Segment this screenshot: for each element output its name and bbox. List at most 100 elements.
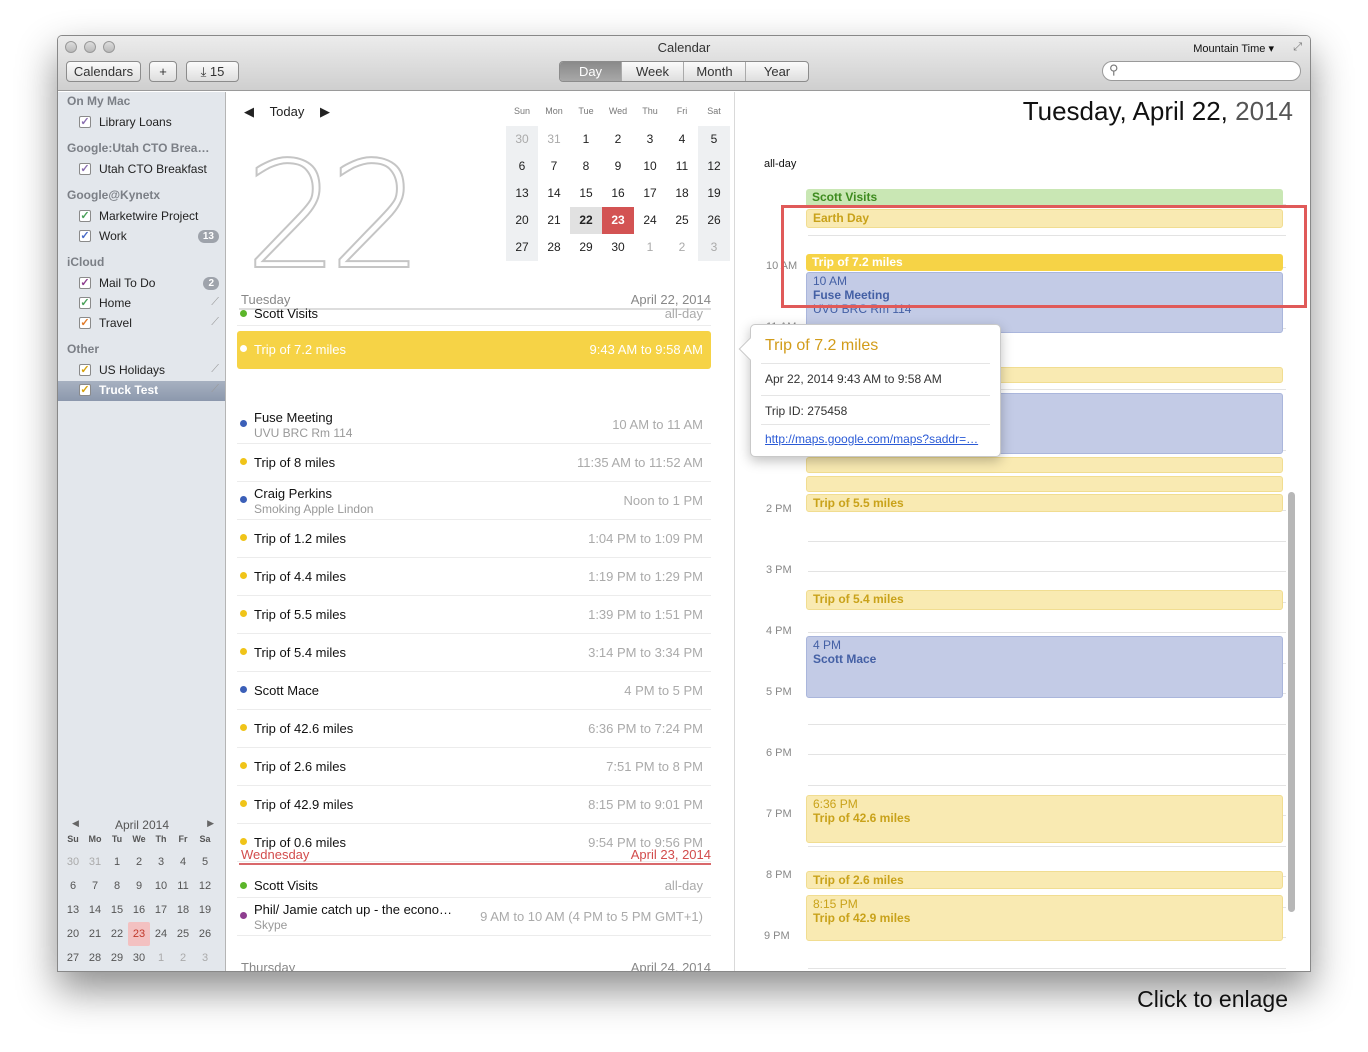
calendar-day[interactable]: 5: [698, 126, 730, 153]
add-event-button[interactable]: +: [149, 61, 177, 82]
event-list-item[interactable]: Phil/ Jamie catch up - the econo… Skype 9 …: [237, 898, 711, 936]
previous-month-arrow-icon[interactable]: ◀: [72, 818, 79, 829]
calendar-item[interactable]: ✓ Travel ⟋: [58, 314, 225, 334]
calendar-item[interactable]: ✓ Work 13: [58, 227, 225, 247]
calendar-day[interactable]: 19: [698, 180, 730, 207]
popover-map-link[interactable]: http://maps.google.com/maps?saddr=…: [765, 432, 978, 446]
timezone-menu[interactable]: Mountain Time ▾: [1193, 42, 1274, 55]
mini-calendar-day[interactable]: 13: [62, 898, 84, 922]
calendar-item[interactable]: ✓ US Holidays ⟋: [58, 361, 225, 381]
calendar-day[interactable]: 29: [570, 234, 602, 261]
event-list-item[interactable]: Trip of 4.4 miles 1:19 PM to 1:29 PM: [237, 558, 711, 596]
mini-calendar-day[interactable]: 2: [128, 850, 150, 874]
calendar-day[interactable]: 14: [538, 180, 570, 207]
calendar-item[interactable]: ✓ Library Loans: [58, 113, 225, 133]
mini-calendar-day[interactable]: 15: [106, 898, 128, 922]
mini-calendar-day[interactable]: 2: [172, 946, 194, 970]
timeline-scrollbar[interactable]: [1288, 492, 1295, 912]
timeline-event[interactable]: Trip of 2.6 miles: [806, 871, 1283, 889]
calendar-day[interactable]: 2: [602, 126, 634, 153]
next-month-arrow-icon[interactable]: ▶: [207, 818, 214, 829]
year-view-tab[interactable]: Year: [746, 62, 808, 81]
calendars-button[interactable]: Calendars: [66, 61, 141, 82]
calendar-day[interactable]: 20: [506, 207, 538, 234]
timeline-event[interactable]: 4 PM Scott Mace: [806, 636, 1283, 698]
calendar-day[interactable]: 3: [634, 126, 666, 153]
event-list-item[interactable]: Scott Mace 4 PM to 5 PM: [237, 672, 711, 710]
checkbox-icon[interactable]: ✓: [79, 230, 91, 242]
checkbox-icon[interactable]: ✓: [79, 384, 91, 396]
mini-calendar-day[interactable]: 28: [84, 946, 106, 970]
checkbox-icon[interactable]: ✓: [79, 317, 91, 329]
event-list-item[interactable]: Craig Perkins Smoking Apple Lindon Noon to…: [237, 482, 711, 520]
fullscreen-icon[interactable]: ⤢: [1293, 41, 1302, 54]
event-list-item[interactable]: Scott Visits all-day: [237, 306, 711, 326]
calendar-day[interactable]: 16: [602, 180, 634, 207]
calendar-day[interactable]: 2: [666, 234, 698, 261]
calendar-item[interactable]: ✓ Truck Test ⟋: [58, 381, 225, 401]
next-day-arrow-icon[interactable]: ▶: [320, 104, 330, 119]
month-view-tab[interactable]: Month: [684, 62, 746, 81]
popover-date[interactable]: Apr 22, 2014 9:43 AM to 9:58 AM: [765, 372, 942, 386]
mini-calendar-day[interactable]: 1: [106, 850, 128, 874]
mini-calendar-day[interactable]: 25: [172, 922, 194, 946]
event-list-item[interactable]: Trip of 5.5 miles 1:39 PM to 1:51 PM: [237, 596, 711, 634]
calendar-day[interactable]: 26: [698, 207, 730, 234]
week-view-tab[interactable]: Week: [622, 62, 684, 81]
mini-calendar-day[interactable]: 27: [62, 946, 84, 970]
calendar-day[interactable]: 15: [570, 180, 602, 207]
calendar-day[interactable]: 21: [538, 207, 570, 234]
event-list-item[interactable]: Trip of 8 miles 11:35 AM to 11:52 AM: [237, 444, 711, 482]
day-view-tab[interactable]: Day: [560, 62, 622, 81]
mini-calendar-day[interactable]: 22: [106, 922, 128, 946]
mini-calendar-day[interactable]: 21: [84, 922, 106, 946]
checkbox-icon[interactable]: ✓: [79, 116, 91, 128]
calendar-day[interactable]: 25: [666, 207, 698, 234]
mini-calendar-day[interactable]: 23: [128, 922, 150, 946]
event-list-item[interactable]: Scott Visits all-day: [237, 878, 711, 898]
calendar-day[interactable]: 18: [666, 180, 698, 207]
mini-calendar-day[interactable]: 16: [128, 898, 150, 922]
mini-calendar-day[interactable]: 12: [194, 874, 216, 898]
calendar-day[interactable]: 12: [698, 153, 730, 180]
mini-calendar-day[interactable]: 30: [62, 850, 84, 874]
mini-calendar-day[interactable]: 10: [150, 874, 172, 898]
timeline-event[interactable]: [806, 476, 1283, 492]
mini-calendar-day[interactable]: 3: [150, 850, 172, 874]
mini-calendar-day[interactable]: 20: [62, 922, 84, 946]
mini-calendar-day[interactable]: 17: [150, 898, 172, 922]
calendar-day[interactable]: 23: [602, 207, 634, 234]
inbox-button[interactable]: ⤓ 15: [186, 61, 239, 82]
timeline-event[interactable]: Trip of 5.5 miles: [806, 494, 1283, 512]
click-to-enlarge-caption[interactable]: Click to enlage: [1137, 986, 1288, 1013]
calendar-day[interactable]: 30: [602, 234, 634, 261]
timeline-event[interactable]: Trip of 5.4 miles: [806, 590, 1283, 610]
checkbox-icon[interactable]: ✓: [79, 364, 91, 376]
timeline-event[interactable]: 8:15 PM Trip of 42.9 miles: [806, 895, 1283, 941]
calendar-day[interactable]: 30: [506, 126, 538, 153]
popover-title[interactable]: Trip of 7.2 miles: [765, 337, 878, 355]
calendar-day[interactable]: 7: [538, 153, 570, 180]
calendar-day[interactable]: 27: [506, 234, 538, 261]
mini-calendar-day[interactable]: 3: [194, 946, 216, 970]
checkbox-icon[interactable]: ✓: [79, 163, 91, 175]
calendar-item[interactable]: ✓ Utah CTO Breakfast: [58, 160, 225, 180]
mini-calendar-day[interactable]: 30: [128, 946, 150, 970]
calendar-day[interactable]: 11: [666, 153, 698, 180]
calendar-day[interactable]: 31: [538, 126, 570, 153]
mini-calendar-day[interactable]: 8: [106, 874, 128, 898]
calendar-day[interactable]: 10: [634, 153, 666, 180]
previous-day-arrow-icon[interactable]: ◀: [244, 104, 254, 119]
mini-calendar-day[interactable]: 29: [106, 946, 128, 970]
calendar-day[interactable]: 3: [698, 234, 730, 261]
mini-calendar-day[interactable]: 11: [172, 874, 194, 898]
mini-calendar-day[interactable]: 31: [84, 850, 106, 874]
mini-calendar-day[interactable]: 14: [84, 898, 106, 922]
checkbox-icon[interactable]: ✓: [79, 297, 91, 309]
checkbox-icon[interactable]: ✓: [79, 210, 91, 222]
mini-calendar-day[interactable]: 26: [194, 922, 216, 946]
calendar-day[interactable]: 13: [506, 180, 538, 207]
event-list-item[interactable]: Fuse Meeting UVU BRC Rm 114 10 AM to 11 AM: [237, 406, 711, 444]
mini-calendar-day[interactable]: 7: [84, 874, 106, 898]
calendar-day[interactable]: 9: [602, 153, 634, 180]
